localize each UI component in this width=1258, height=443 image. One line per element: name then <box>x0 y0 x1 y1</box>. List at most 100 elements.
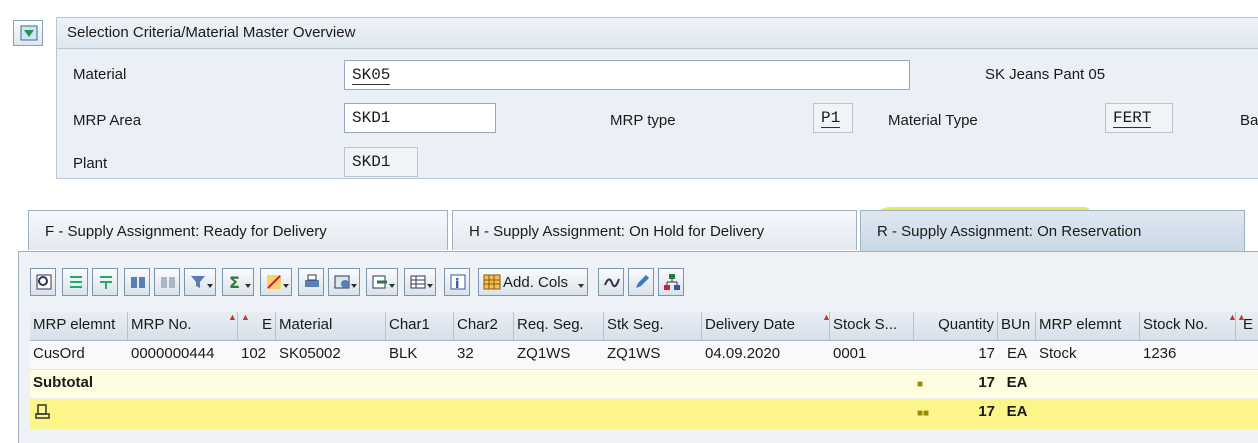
info-icon: i <box>450 274 466 291</box>
find-next-button[interactable] <box>154 268 180 296</box>
col-header[interactable]: Stock No. ▲ <box>1140 312 1236 340</box>
grid-header: MRP elemnt MRP No. ▲ ▲ E Material Char1 Ch… <box>30 312 1258 341</box>
cell-stock-s: 0001 <box>833 345 867 362</box>
tab-on-hold-for-delivery[interactable]: H - Supply Assignment: On Hold for Deliv… <box>452 210 857 250</box>
col-header-label: E <box>261 316 272 333</box>
col-header[interactable]: ▲ E <box>1236 312 1258 340</box>
mrp-area-label: MRP Area <box>73 112 142 129</box>
mrp-area-field[interactable]: SKD1 <box>344 103 496 133</box>
subtotal-row[interactable]: Subtotal ■ 17 EA <box>30 370 1258 398</box>
material-type-field: FERT <box>1105 103 1173 133</box>
subtotal-button[interactable] <box>260 268 292 296</box>
cell-char2: 32 <box>457 345 474 362</box>
col-header[interactable]: ▲ E <box>238 312 276 340</box>
edit-button[interactable] <box>628 268 654 296</box>
tab-label: R - Supply Assignment: On Reservation <box>877 223 1142 240</box>
col-header[interactable]: MRP elemnt <box>30 312 128 340</box>
sort-indicator-icon: ▲ <box>241 312 250 322</box>
col-header[interactable]: MRP elemnt <box>1036 312 1140 340</box>
hierarchy-icon <box>664 274 680 290</box>
filter-button[interactable] <box>184 268 216 296</box>
sort-descending-icon <box>100 276 112 289</box>
material-type-label: Material Type <box>888 112 978 129</box>
layout-button[interactable] <box>404 268 436 296</box>
views-button[interactable] <box>328 268 360 296</box>
total-quantity: 17 <box>978 403 995 420</box>
tab-ready-for-delivery[interactable]: F - Supply Assignment: Ready for Deliver… <box>28 210 448 250</box>
panel-title: Selection Criteria/Material Master Overv… <box>67 24 356 41</box>
col-header-label: MRP No. <box>131 316 192 333</box>
print-icon <box>305 274 319 287</box>
col-header-label: E <box>1243 316 1254 333</box>
material-field[interactable]: SK05 <box>344 60 910 90</box>
cell-bun: EA <box>1006 345 1027 362</box>
table-row[interactable]: CusOrd 0000000444 102 SK05002 BLK 32 ZQ1… <box>30 341 1258 370</box>
cell-stock-no: 1236 <box>1143 345 1177 362</box>
col-header[interactable]: MRP No. ▲ <box>128 312 238 340</box>
col-header[interactable]: Stk Seg. <box>604 312 702 340</box>
subtotal-label: Subtotal <box>33 374 93 391</box>
cell-delivery-date: 04.09.2020 <box>705 345 781 362</box>
sort-indicator-icon: ▲ <box>228 312 237 322</box>
sort-ascending-button[interactable] <box>62 268 88 296</box>
toggle-icon <box>20 25 38 41</box>
col-header[interactable]: Quantity <box>914 312 998 340</box>
export-icon <box>372 275 387 289</box>
details-icon <box>36 274 52 290</box>
sum-button[interactable]: Σ <box>222 268 254 296</box>
tab-label: H - Supply Assignment: On Hold for Deliv… <box>469 223 765 240</box>
cell-mrp-element-2: Stock <box>1039 345 1077 362</box>
col-header-label: Delivery Date <box>705 316 796 333</box>
panel-title-bar: Selection Criteria/Material Master Overv… <box>57 18 1258 49</box>
plant-field: SKD1 <box>344 147 418 177</box>
total-unit: EA <box>1006 403 1028 420</box>
print-button[interactable] <box>298 268 324 296</box>
export-button[interactable] <box>366 268 398 296</box>
sort-indicator-icon: ▲ <box>822 312 829 322</box>
svg-text:i: i <box>455 277 459 291</box>
col-header-label: Stock No. <box>1143 316 1209 333</box>
col-header[interactable]: BUn <box>998 312 1036 340</box>
col-header[interactable]: Delivery Date ▲ <box>702 312 830 340</box>
mrp-type-field: P1 <box>813 103 853 133</box>
cell-mrp-element: CusOrd <box>33 345 85 362</box>
hierarchy-button[interactable] <box>658 268 684 296</box>
graphic-icon <box>604 278 620 288</box>
info-button[interactable]: i <box>444 268 470 296</box>
sort-ascending-icon <box>70 276 82 288</box>
col-header[interactable]: Stock S... <box>830 312 914 340</box>
material-description: SK Jeans Pant 05 <box>985 66 1106 83</box>
toggle-header-button[interactable] <box>13 20 43 46</box>
sap-screen: Selection Criteria/Material Master Overv… <box>0 0 1258 443</box>
find-button[interactable] <box>124 268 150 296</box>
base-unit-label: Bas <box>1240 112 1258 129</box>
material-label: Material <box>73 66 127 83</box>
subtotal-quantity: 17 <box>978 374 995 391</box>
find-next-icon <box>161 277 175 288</box>
subtotal-icon <box>267 275 281 289</box>
col-header[interactable]: Material <box>276 312 386 340</box>
cell-req-seg: ZQ1WS <box>517 345 571 362</box>
layout-icon <box>410 275 426 289</box>
add-columns-button[interactable]: Add. Cols <box>478 268 588 296</box>
details-button[interactable] <box>30 268 56 296</box>
total-row-icon <box>32 399 62 427</box>
mrp-type-label: MRP type <box>610 112 676 129</box>
cell-stk-seg: ZQ1WS <box>607 345 661 362</box>
subtotal-marker-icon: ■ <box>917 379 924 390</box>
tab-label: F - Supply Assignment: Ready for Deliver… <box>45 223 327 240</box>
filter-icon <box>191 276 205 288</box>
cell-char1: BLK <box>389 345 418 362</box>
sum-icon: Σ <box>229 273 240 291</box>
col-header[interactable]: Char1 <box>386 312 454 340</box>
tab-on-reservation[interactable]: R - Supply Assignment: On Reservation <box>860 210 1245 252</box>
total-row[interactable]: ■■ 17 EA <box>30 399 1258 429</box>
add-columns-label: Add. Cols <box>503 274 569 291</box>
add-columns-icon <box>483 274 501 290</box>
graphic-button[interactable] <box>598 268 624 296</box>
col-header[interactable]: Req. Seg. <box>514 312 604 340</box>
svg-text:Σ: Σ <box>229 273 240 291</box>
col-header[interactable]: Char2 <box>454 312 514 340</box>
sort-descending-button[interactable] <box>92 268 118 296</box>
cell-quantity: 17 <box>978 345 995 362</box>
